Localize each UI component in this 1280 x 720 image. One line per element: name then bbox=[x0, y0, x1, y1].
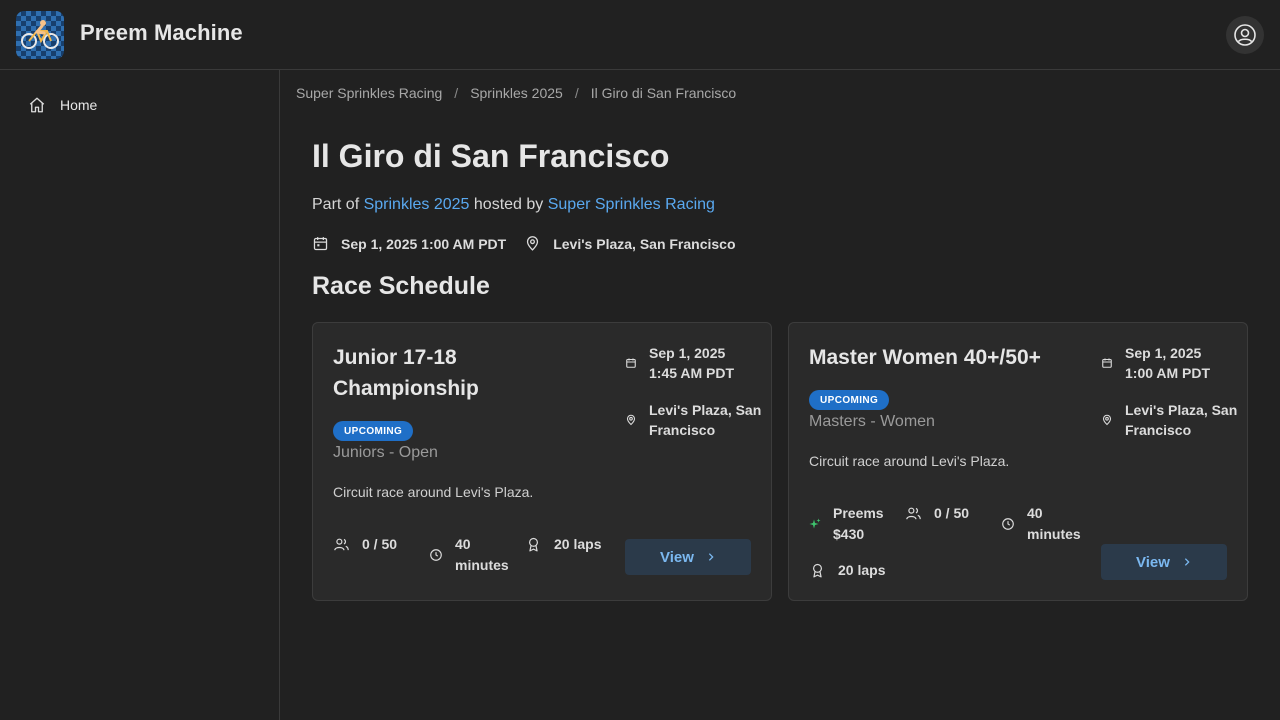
event-location: Levi's Plaza, San Francisco bbox=[524, 235, 736, 252]
calendar-icon bbox=[1102, 358, 1112, 368]
map-pin-icon bbox=[527, 236, 539, 251]
app-title: Preem Machine bbox=[80, 20, 243, 45]
award-icon bbox=[813, 563, 822, 578]
users-icon bbox=[334, 538, 349, 551]
app-logo[interactable] bbox=[16, 11, 64, 59]
breadcrumb-item-organization[interactable]: Super Sprinkles Racing bbox=[296, 85, 442, 101]
host-link[interactable]: Super Sprinkles Racing bbox=[548, 196, 715, 213]
user-circle-icon bbox=[1234, 24, 1256, 46]
race-preems: Preems $430 bbox=[809, 503, 891, 545]
race-duration: 40 minutes bbox=[429, 534, 519, 576]
race-laps: 20 laps bbox=[525, 534, 601, 555]
chevron-right-icon bbox=[708, 553, 714, 561]
race-category: Masters - Women bbox=[809, 413, 935, 430]
breadcrumb: Super Sprinkles Racing / Sprinkles 2025 … bbox=[296, 85, 736, 101]
sidebar-item-label: Home bbox=[60, 97, 98, 113]
chevron-right-icon bbox=[1184, 558, 1190, 566]
account-button[interactable] bbox=[1226, 16, 1264, 54]
clock-icon bbox=[430, 549, 442, 561]
breadcrumb-item-series[interactable]: Sprinkles 2025 bbox=[470, 85, 563, 101]
sparkles-icon bbox=[809, 518, 821, 529]
race-duration: 40 minutes bbox=[1001, 503, 1091, 545]
breadcrumb-item-event: Il Giro di San Francisco bbox=[590, 85, 737, 101]
race-title: Junior 17-18 Championship bbox=[333, 346, 479, 400]
breadcrumb-separator: / bbox=[454, 85, 459, 101]
race-riders: 0 / 50 bbox=[333, 534, 397, 555]
page-title: Il Giro di San Francisco bbox=[312, 138, 670, 174]
race-card: Junior 17-18 Championship UPCOMING Junio… bbox=[312, 322, 772, 601]
map-pin-icon bbox=[1102, 414, 1112, 426]
part-of-text: Part of bbox=[312, 196, 360, 213]
status-badge: UPCOMING bbox=[333, 421, 414, 441]
race-riders: 0 / 50 bbox=[905, 503, 969, 524]
hosted-by-text: hosted by bbox=[473, 196, 544, 213]
race-schedule-heading: Race Schedule bbox=[312, 272, 490, 300]
race-title: Master Women 40+/50+ bbox=[809, 346, 1041, 369]
race-location: Levi's Plaza, San Francisco bbox=[625, 400, 765, 440]
sidebar: Home bbox=[0, 70, 280, 720]
sidebar-item-home[interactable]: Home bbox=[28, 96, 97, 114]
view-race-button[interactable]: View bbox=[625, 539, 751, 575]
race-category: Juniors - Open bbox=[333, 444, 438, 461]
race-date: Sep 1, 2025 1:45 AM PDT bbox=[625, 343, 765, 383]
race-card: Master Women 40+/50+ UPCOMING Masters - … bbox=[788, 322, 1248, 601]
event-date: Sep 1, 2025 1:00 AM PDT bbox=[312, 235, 506, 252]
calendar-icon bbox=[313, 237, 328, 251]
breadcrumb-separator: / bbox=[574, 85, 579, 101]
race-date: Sep 1, 2025 1:00 AM PDT bbox=[1101, 343, 1241, 383]
event-meta: Sep 1, 2025 1:00 AM PDT Levi's Plaza, Sa… bbox=[312, 235, 736, 252]
view-race-button[interactable]: View bbox=[1101, 544, 1227, 580]
race-description: Circuit race around Levi's Plaza. bbox=[333, 484, 534, 500]
series-link[interactable]: Sprinkles 2025 bbox=[364, 196, 470, 213]
cyclist-icon bbox=[21, 20, 59, 49]
calendar-icon bbox=[626, 358, 636, 368]
race-location: Levi's Plaza, San Francisco bbox=[1101, 400, 1241, 440]
top-app-bar: Preem Machine bbox=[0, 0, 1280, 70]
home-icon bbox=[29, 97, 45, 113]
race-laps: 20 laps bbox=[809, 560, 885, 581]
clock-icon bbox=[1002, 518, 1014, 530]
event-subtitle: Part of Sprinkles 2025 hosted by Super S… bbox=[312, 196, 715, 214]
status-badge: UPCOMING bbox=[809, 390, 890, 410]
race-description: Circuit race around Levi's Plaza. bbox=[809, 453, 1010, 469]
award-icon bbox=[529, 537, 538, 552]
users-icon bbox=[906, 507, 921, 520]
map-pin-icon bbox=[626, 414, 636, 426]
